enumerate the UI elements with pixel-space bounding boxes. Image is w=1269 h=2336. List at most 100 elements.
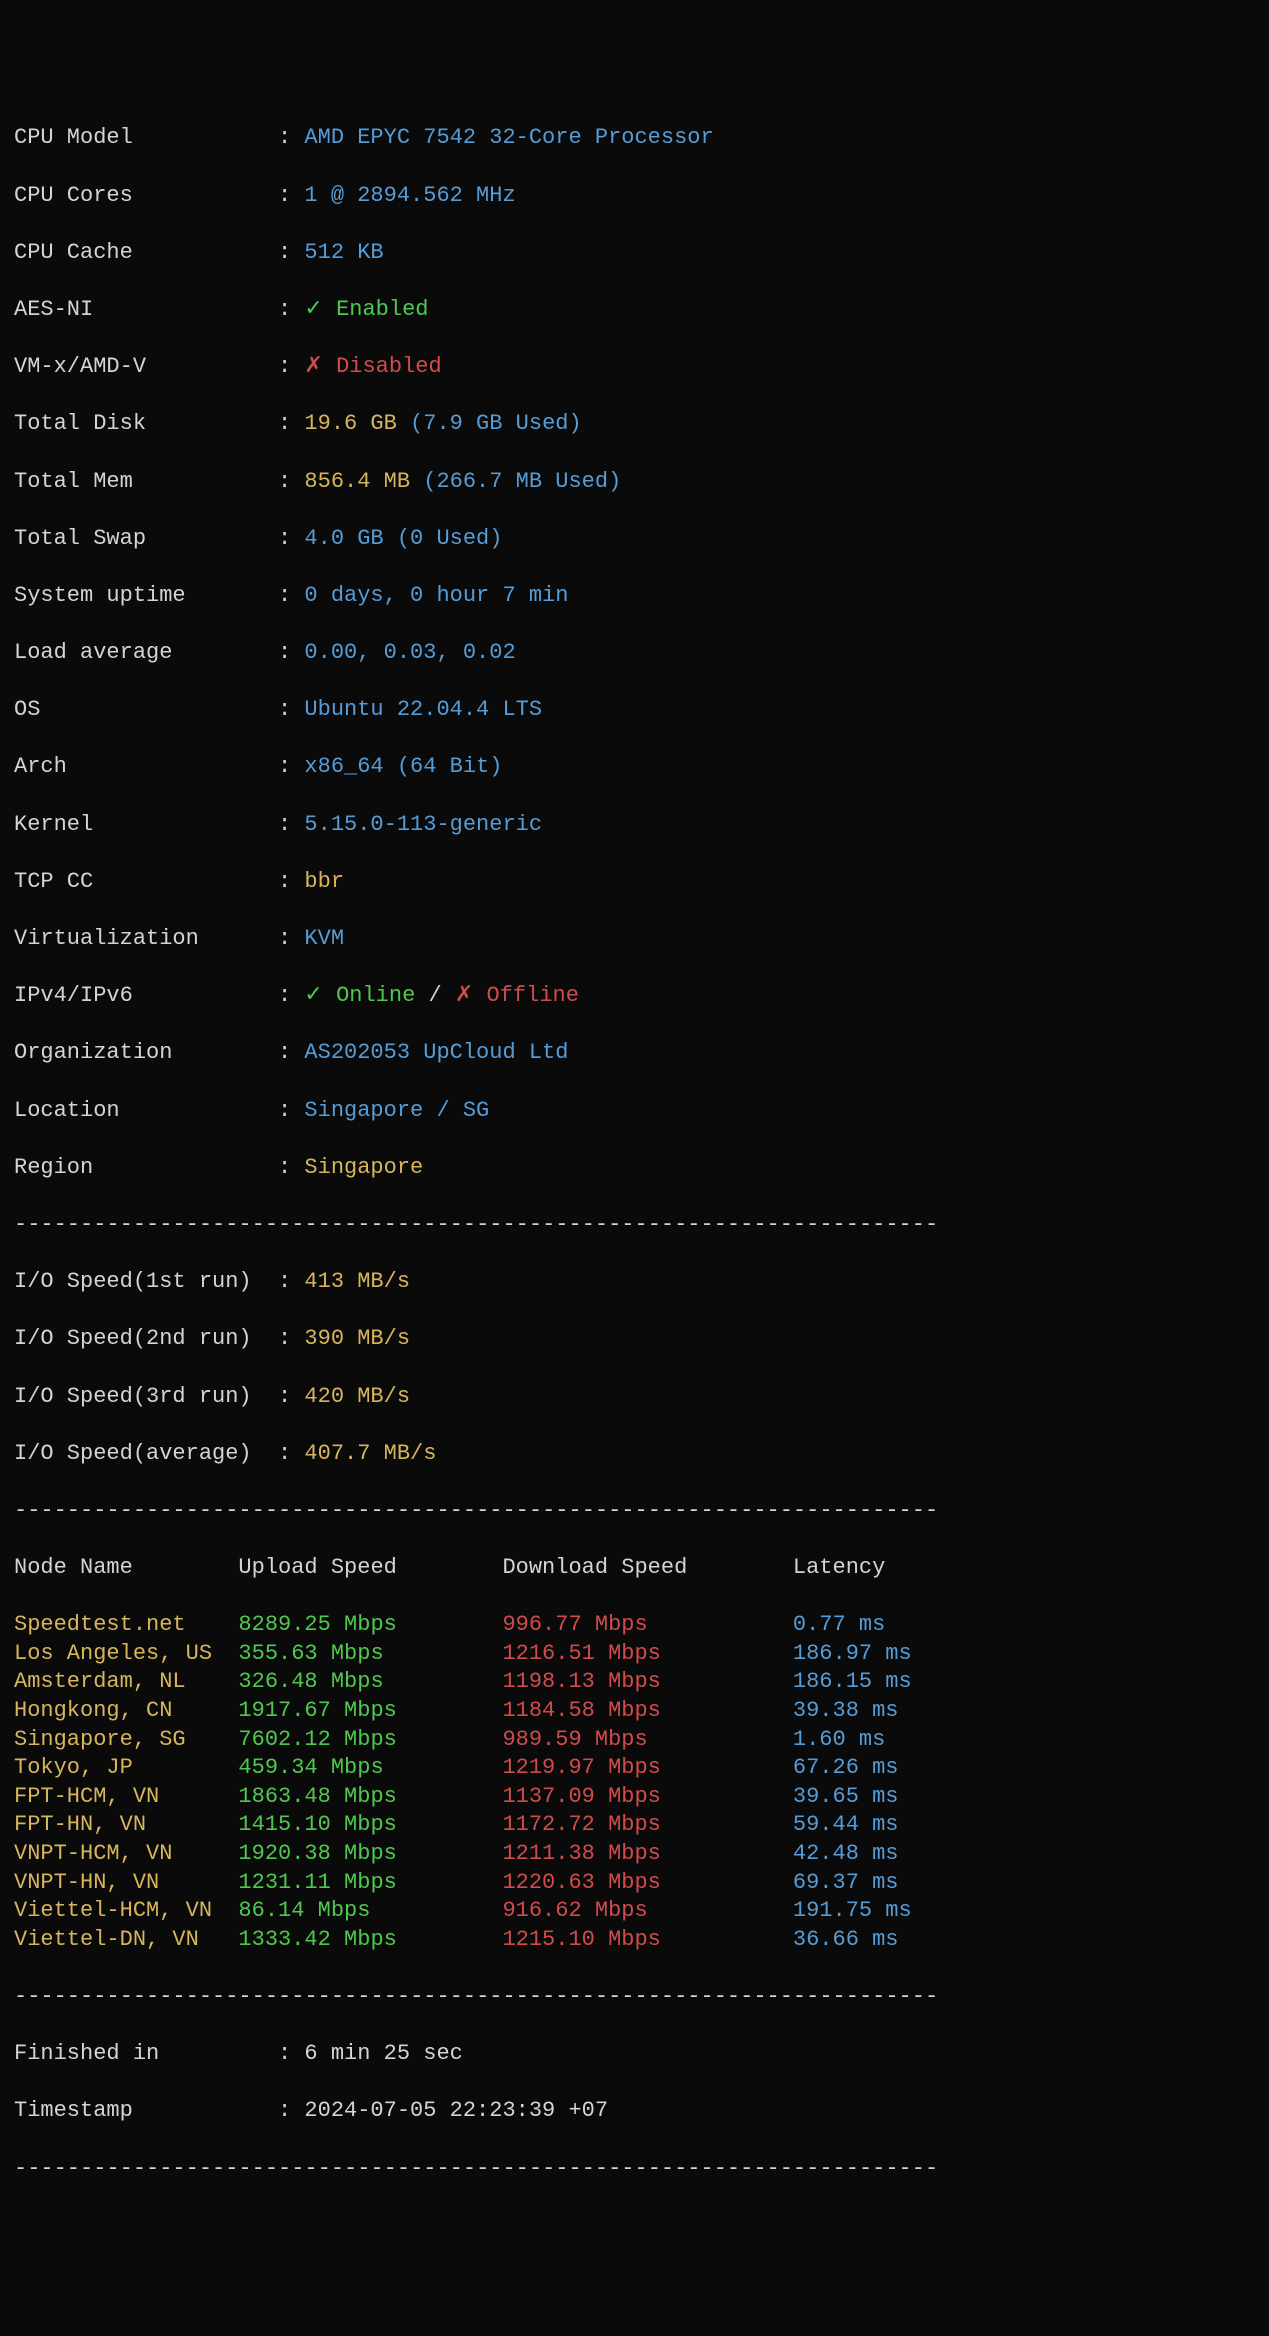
kernel-row: Kernel: 5.15.0-113-generic: [14, 811, 1255, 840]
download-header: Download Speed: [502, 1554, 792, 1583]
speed-up: 1333.42 Mbps: [238, 1926, 502, 1955]
total-mem-label: Total Mem: [14, 468, 278, 497]
speed-node: VNPT-HN, VN: [14, 1869, 238, 1898]
speed-up: 326.48 Mbps: [238, 1668, 502, 1697]
total-disk-row: Total Disk: 19.6 GB (7.9 GB Used): [14, 410, 1255, 439]
os-value: Ubuntu 22.04.4 LTS: [304, 697, 542, 722]
ipver-label: IPv4/IPv6: [14, 982, 278, 1011]
tcpcc-label: TCP CC: [14, 868, 278, 897]
arch-value: x86_64 (64 Bit): [304, 754, 502, 779]
node-header: Node Name: [14, 1554, 238, 1583]
location-label: Location: [14, 1097, 278, 1126]
org-label: Organization: [14, 1039, 278, 1068]
io-2-label: I/O Speed(2nd run): [14, 1325, 265, 1354]
vmx-label: VM-x/AMD-V: [14, 353, 278, 382]
speed-up: 8289.25 Mbps: [238, 1611, 502, 1640]
total-disk-used: (7.9 GB Used): [410, 411, 582, 436]
speed-lat: 42.48 ms: [793, 1840, 899, 1869]
aes-ni-value: Enabled: [336, 297, 428, 322]
os-label: OS: [14, 696, 278, 725]
speed-down: 1215.10 Mbps: [502, 1926, 792, 1955]
check-icon: ✓: [304, 297, 322, 322]
speed-lat: 186.15 ms: [793, 1668, 912, 1697]
total-swap-label: Total Swap: [14, 525, 278, 554]
aes-ni-row: AES-NI: ✓ Enabled: [14, 296, 1255, 325]
ipv6-status: Offline: [487, 983, 579, 1008]
speed-down: 1220.63 Mbps: [502, 1869, 792, 1898]
load-label: Load average: [14, 639, 278, 668]
speed-node: Tokyo, JP: [14, 1754, 238, 1783]
finished-label: Finished in: [14, 2040, 278, 2069]
cpu-cores-value: 1 @ 2894.562 MHz: [304, 183, 515, 208]
total-swap-value: 4.0 GB (0 Used): [304, 526, 502, 551]
speed-up: 459.34 Mbps: [238, 1754, 502, 1783]
aes-ni-label: AES-NI: [14, 296, 278, 325]
speed-row: FPT-HCM, VN1863.48 Mbps1137.09 Mbps39.65…: [14, 1783, 1255, 1812]
speed-row: Los Angeles, US355.63 Mbps1216.51 Mbps18…: [14, 1640, 1255, 1669]
finished-row: Finished in: 6 min 25 sec: [14, 2040, 1255, 2069]
uptime-row: System uptime: 0 days, 0 hour 7 min: [14, 582, 1255, 611]
speed-node: Viettel-DN, VN: [14, 1926, 238, 1955]
io-1-row: I/O Speed(1st run) : 413 MB/s: [14, 1268, 1255, 1297]
speed-down: 1216.51 Mbps: [502, 1640, 792, 1669]
total-swap-row: Total Swap: 4.0 GB (0 Used): [14, 525, 1255, 554]
ipver-row: IPv4/IPv6: ✓ Online / ✗ Offline: [14, 982, 1255, 1011]
timestamp-label: Timestamp: [14, 2097, 278, 2126]
speed-node: Singapore, SG: [14, 1726, 238, 1755]
speed-row: VNPT-HN, VN1231.11 Mbps1220.63 Mbps69.37…: [14, 1869, 1255, 1898]
io-avg-label: I/O Speed(average): [14, 1440, 265, 1469]
region-value: Singapore: [304, 1155, 423, 1180]
speed-node: VNPT-HCM, VN: [14, 1840, 238, 1869]
speed-down: 1211.38 Mbps: [502, 1840, 792, 1869]
speed-row: Tokyo, JP459.34 Mbps1219.97 Mbps67.26 ms: [14, 1754, 1255, 1783]
tcpcc-row: TCP CC: bbr: [14, 868, 1255, 897]
speed-node: FPT-HCM, VN: [14, 1783, 238, 1812]
speed-node: FPT-HN, VN: [14, 1811, 238, 1840]
kernel-value: 5.15.0-113-generic: [304, 812, 542, 837]
total-mem-row: Total Mem: 856.4 MB (266.7 MB Used): [14, 468, 1255, 497]
io-1-value: 413 MB/s: [304, 1269, 410, 1294]
total-disk-label: Total Disk: [14, 410, 278, 439]
cpu-model-label: CPU Model: [14, 124, 278, 153]
speed-down: 1172.72 Mbps: [502, 1811, 792, 1840]
os-row: OS: Ubuntu 22.04.4 LTS: [14, 696, 1255, 725]
speed-lat: 69.37 ms: [793, 1869, 899, 1898]
virt-value: KVM: [304, 926, 344, 951]
speed-down: 1198.13 Mbps: [502, 1668, 792, 1697]
speed-lat: 59.44 ms: [793, 1811, 899, 1840]
speed-up: 1917.67 Mbps: [238, 1697, 502, 1726]
speed-down: 996.77 Mbps: [502, 1611, 792, 1640]
speed-down: 989.59 Mbps: [502, 1726, 792, 1755]
speed-up: 355.63 Mbps: [238, 1640, 502, 1669]
speed-lat: 0.77 ms: [793, 1611, 885, 1640]
speed-row: Speedtest.net8289.25 Mbps996.77 Mbps0.77…: [14, 1611, 1255, 1640]
speed-up: 86.14 Mbps: [238, 1897, 502, 1926]
speed-row: Amsterdam, NL326.48 Mbps1198.13 Mbps186.…: [14, 1668, 1255, 1697]
speed-lat: 39.65 ms: [793, 1783, 899, 1812]
speed-lat: 39.38 ms: [793, 1697, 899, 1726]
speed-lat: 36.66 ms: [793, 1926, 899, 1955]
virt-label: Virtualization: [14, 925, 278, 954]
arch-row: Arch: x86_64 (64 Bit): [14, 753, 1255, 782]
speed-node: Viettel-HCM, VN: [14, 1897, 238, 1926]
cpu-cores-row: CPU Cores: 1 @ 2894.562 MHz: [14, 182, 1255, 211]
timestamp-row: Timestamp: 2024-07-05 22:23:39 +07: [14, 2097, 1255, 2126]
virt-row: Virtualization: KVM: [14, 925, 1255, 954]
speed-lat: 1.60 ms: [793, 1726, 885, 1755]
speed-lat: 67.26 ms: [793, 1754, 899, 1783]
speed-node: Amsterdam, NL: [14, 1668, 238, 1697]
speed-row: VNPT-HCM, VN1920.38 Mbps1211.38 Mbps42.4…: [14, 1840, 1255, 1869]
divider: ----------------------------------------…: [14, 1983, 1255, 2012]
org-value: AS202053 UpCloud Ltd: [304, 1040, 568, 1065]
speed-down: 1219.97 Mbps: [502, 1754, 792, 1783]
load-row: Load average: 0.00, 0.03, 0.02: [14, 639, 1255, 668]
arch-label: Arch: [14, 753, 278, 782]
io-avg-row: I/O Speed(average) : 407.7 MB/s: [14, 1440, 1255, 1469]
cpu-model-row: CPU Model: AMD EPYC 7542 32-Core Process…: [14, 124, 1255, 153]
region-row: Region: Singapore: [14, 1154, 1255, 1183]
total-mem-used: (266.7 MB Used): [423, 469, 621, 494]
divider: ----------------------------------------…: [14, 1497, 1255, 1526]
speed-table-body: Speedtest.net8289.25 Mbps996.77 Mbps0.77…: [14, 1611, 1255, 1954]
cross-icon: ✗: [455, 983, 473, 1008]
kernel-label: Kernel: [14, 811, 278, 840]
